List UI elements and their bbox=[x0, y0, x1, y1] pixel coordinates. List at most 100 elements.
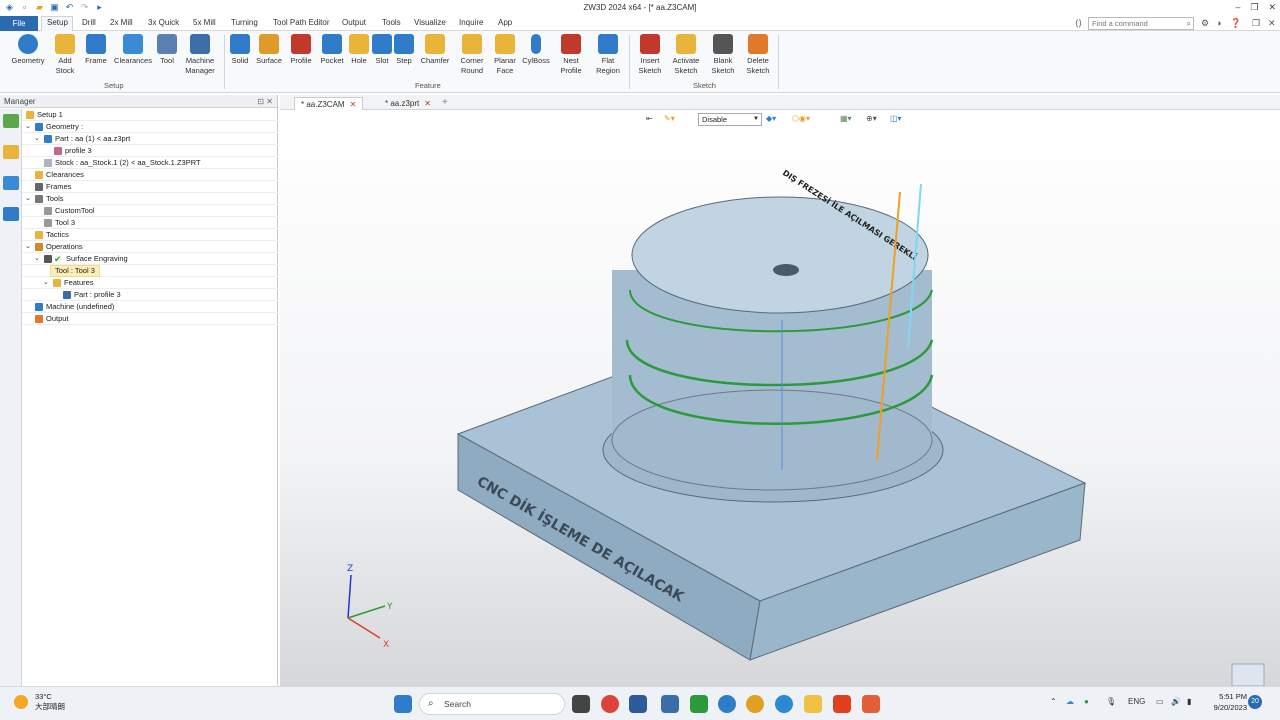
tree-item-tools[interactable]: ⌄ Tools bbox=[22, 193, 278, 205]
chevron-down-icon[interactable]: ⌄ bbox=[25, 241, 33, 253]
view-manager-icon[interactable] bbox=[2, 176, 19, 190]
volume-icon[interactable]: 🔊 bbox=[1171, 697, 1181, 706]
menu-setup[interactable]: Setup bbox=[47, 18, 68, 27]
menu-output[interactable]: Output bbox=[342, 18, 366, 27]
language-indicator[interactable]: ENG bbox=[1128, 697, 1145, 706]
profile-button[interactable]: Profile bbox=[288, 34, 314, 66]
minimize-icon[interactable]: – bbox=[1235, 2, 1240, 13]
share-icon[interactable]: ⟨⟩ bbox=[1075, 18, 1082, 29]
chevron-down-icon[interactable]: ⌄ bbox=[25, 121, 33, 133]
close-icon[interactable]: ✕ bbox=[424, 99, 431, 108]
notification-badge[interactable]: 20 bbox=[1248, 695, 1262, 709]
menu-drill[interactable]: Drill bbox=[82, 18, 96, 27]
tree-item-setup[interactable]: Setup 1 bbox=[22, 109, 278, 121]
add-tab-icon[interactable]: + bbox=[442, 97, 448, 108]
pocket-button[interactable]: Pocket bbox=[318, 34, 346, 66]
step-button[interactable]: Step bbox=[394, 34, 414, 66]
flat-region-button[interactable]: Flat Region bbox=[591, 34, 625, 76]
menu-tools[interactable]: Tools bbox=[382, 18, 401, 27]
activate-sketch-button[interactable]: Activate Sketch bbox=[669, 34, 703, 76]
onedrive-icon[interactable]: ☁ bbox=[1066, 697, 1074, 706]
tab-z3cam[interactable]: * aa.Z3CAM ✕ bbox=[294, 97, 364, 110]
part-manager-icon[interactable] bbox=[2, 145, 19, 159]
tree-item-profile[interactable]: profile 3 bbox=[22, 145, 278, 157]
tree-item-geometry[interactable]: ⌄ Geometry : bbox=[22, 121, 278, 133]
task-view-icon[interactable] bbox=[572, 695, 590, 713]
mini-restore-icon[interactable]: ❐ bbox=[1252, 18, 1260, 29]
clock[interactable]: 5:51 PM 9/20/2023 bbox=[1203, 691, 1247, 713]
insert-sketch-button[interactable]: Insert Sketch bbox=[634, 34, 666, 76]
delete-sketch-button[interactable]: Delete Sketch bbox=[742, 34, 774, 76]
camtasia-icon[interactable] bbox=[690, 695, 708, 713]
3d-viewport[interactable]: ⇤ ✎▾ Disable ▼ ◆▾ ⬡◉▾ ▦▾ ⊕▾ ◫▾ DIŞ FREZES… bbox=[280, 110, 1280, 686]
tree-item-tool-tool3[interactable]: Tool : Tool 3 bbox=[22, 265, 278, 277]
blank-sketch-button[interactable]: Blank Sketch bbox=[706, 34, 740, 76]
chevron-down-icon[interactable]: ⌄ bbox=[43, 277, 51, 289]
cam-manager-icon[interactable] bbox=[2, 114, 19, 128]
chevron-down-icon[interactable]: ⌄ bbox=[25, 193, 33, 205]
chrome-icon[interactable] bbox=[601, 695, 619, 713]
restore-icon[interactable]: ❐ bbox=[1250, 2, 1258, 13]
tab-z3prt[interactable]: * aa.z3prt ✕ bbox=[379, 97, 437, 110]
corner-round-button[interactable]: Corner Round bbox=[457, 34, 487, 76]
battery-icon[interactable]: ▮ bbox=[1187, 697, 1191, 706]
chrome-canary-icon[interactable] bbox=[746, 695, 764, 713]
tree-item-part[interactable]: ⌄ Part : aa (1) < aa.z3prt bbox=[22, 133, 278, 145]
tree-item-features[interactable]: ⌄ Features bbox=[22, 277, 278, 289]
tree-item-operations[interactable]: ⌄ Operations bbox=[22, 241, 278, 253]
tree-item-customtool[interactable]: CustomTool bbox=[22, 205, 278, 217]
menu-tool-path-editor[interactable]: Tool Path Editor bbox=[273, 18, 329, 27]
tool-button[interactable]: Tool bbox=[157, 34, 177, 66]
menu-turning[interactable]: Turning bbox=[231, 18, 258, 27]
menu-5x-mill[interactable]: 5x Mill bbox=[193, 18, 216, 27]
settings-icon[interactable]: ⚙ bbox=[1201, 18, 1209, 29]
microphone-icon[interactable]: 🎙 bbox=[1106, 697, 1116, 706]
find-command-input[interactable]: Find a command ⌕ bbox=[1088, 17, 1194, 30]
tree-item-tool3[interactable]: Tool 3 bbox=[22, 217, 278, 229]
manager-close-icon[interactable]: ⊡ ✕ bbox=[257, 95, 273, 108]
tree-item-frames[interactable]: Frames bbox=[22, 181, 278, 193]
tree-item-part-profile[interactable]: Part : profile 3 bbox=[22, 289, 278, 301]
chevron-down-icon[interactable]: ⌄ bbox=[34, 133, 42, 145]
chat-icon[interactable] bbox=[775, 695, 793, 713]
tree-item-machine[interactable]: Machine (undefined) bbox=[22, 301, 278, 313]
wps-office-icon[interactable] bbox=[833, 695, 851, 713]
tree-item-output[interactable]: Output bbox=[22, 313, 278, 325]
menu-inquire[interactable]: Inquire bbox=[459, 18, 483, 27]
cylboss-button[interactable]: CylBoss bbox=[521, 34, 551, 66]
nest-profile-button[interactable]: Nest Profile bbox=[556, 34, 586, 76]
screen-recorder-icon[interactable] bbox=[629, 695, 647, 713]
machine-manager-button[interactable]: Machine Manager bbox=[180, 34, 220, 76]
app-icon[interactable] bbox=[862, 695, 880, 713]
surface-button[interactable]: Surface bbox=[255, 34, 283, 66]
slot-button[interactable]: Slot bbox=[372, 34, 392, 66]
close-icon[interactable]: ✕ bbox=[1268, 2, 1276, 13]
clearances-button[interactable]: Clearances bbox=[112, 34, 154, 66]
solid-button[interactable]: Solid bbox=[229, 34, 251, 66]
chevron-down-icon[interactable]: ⌄ bbox=[34, 253, 42, 265]
frame-button[interactable]: Frame bbox=[83, 34, 109, 66]
tree-item-clearances[interactable]: Clearances bbox=[22, 169, 278, 181]
taskbar-search[interactable]: ⌕ Search bbox=[419, 693, 565, 715]
geometry-button[interactable]: Geometry bbox=[9, 34, 47, 66]
add-stock-button[interactable]: Add Stock bbox=[50, 34, 80, 76]
tree-item-tactics[interactable]: Tactics bbox=[22, 229, 278, 241]
settings-taskbar-icon[interactable] bbox=[718, 695, 736, 713]
file-explorer-icon[interactable] bbox=[804, 695, 822, 713]
menu-visualize[interactable]: Visualize bbox=[414, 18, 446, 27]
chamfer-button[interactable]: Chamfer bbox=[418, 34, 452, 66]
display-icon[interactable]: ▭ bbox=[1156, 697, 1164, 706]
chevron-up-icon[interactable]: ⌃ bbox=[1050, 697, 1057, 706]
menu-3x-quick[interactable]: 3x Quick bbox=[148, 18, 179, 27]
help-icon[interactable]: ❓ bbox=[1230, 18, 1241, 29]
tree-item-surface-engraving[interactable]: ⌄ ✔ Surface Engraving bbox=[22, 253, 278, 265]
tree-item-stock[interactable]: Stock : aa_Stock.1 (2) < aa_Stock.1.Z3PR… bbox=[22, 157, 278, 169]
planar-face-button[interactable]: Planar Face bbox=[491, 34, 519, 76]
hole-button[interactable]: Hole bbox=[349, 34, 369, 66]
menu-app[interactable]: App bbox=[498, 18, 512, 27]
tray-app-icon[interactable]: ● bbox=[1084, 697, 1089, 706]
menu-2x-mill[interactable]: 2x Mill bbox=[110, 18, 133, 27]
close-icon[interactable]: ✕ bbox=[350, 100, 357, 109]
start-icon[interactable] bbox=[394, 695, 412, 713]
user-manager-icon[interactable] bbox=[2, 207, 19, 221]
